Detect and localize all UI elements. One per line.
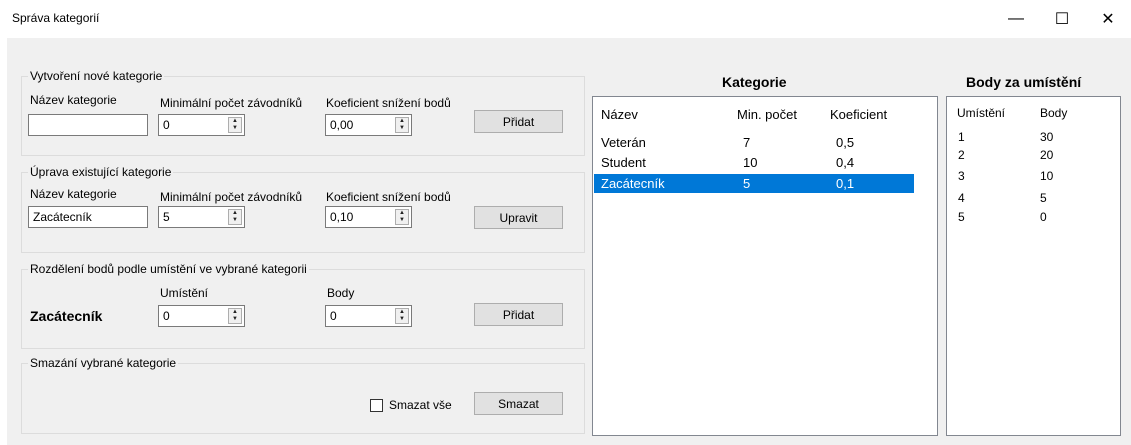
new-coef-arrows[interactable]: ▲ ▼: [395, 117, 409, 133]
down-arrow-icon[interactable]: ▼: [229, 217, 241, 224]
title-bar: Správa kategorií — ☐ ✕: [0, 0, 1131, 38]
points-legend: Rozdělení bodů podle umístění ve vybrané…: [30, 262, 307, 276]
points-label: Body: [327, 286, 355, 300]
new-coef-label: Koeficient snížení bodů: [326, 96, 451, 110]
edit-min-label: Minimální počet závodníků: [160, 190, 303, 204]
cell-points: 30: [1040, 130, 1054, 144]
col-header-name[interactable]: Název: [601, 107, 638, 122]
new-coef-value: 0,00: [330, 118, 354, 132]
placements-heading: Body za umístění: [966, 74, 1082, 90]
cell-points: 0: [1040, 210, 1047, 224]
minimize-button[interactable]: —: [993, 0, 1039, 38]
up-arrow-icon[interactable]: ▲: [229, 118, 241, 125]
list-item[interactable]: 3 10: [948, 168, 1108, 185]
points-value: 0: [330, 309, 337, 323]
cell-place: 5: [958, 210, 965, 224]
selected-category-label: Zacátecník: [30, 308, 103, 324]
up-arrow-icon[interactable]: ▲: [229, 309, 241, 316]
cell-min: 7: [743, 135, 751, 150]
edit-coef-arrows[interactable]: ▲ ▼: [395, 209, 409, 225]
cell-name: Student: [601, 155, 646, 170]
cell-min: 5: [743, 176, 751, 191]
categories-heading: Kategorie: [722, 74, 787, 90]
points-arrows[interactable]: ▲ ▼: [395, 308, 409, 324]
close-icon: ✕: [1101, 11, 1115, 28]
list-item[interactable]: 5 0: [948, 209, 1108, 226]
edit-category-legend: Úprava existující kategorie: [30, 165, 172, 179]
place-arrows[interactable]: ▲ ▼: [228, 308, 242, 324]
cell-points: 5: [1040, 191, 1047, 205]
minimize-icon: —: [1008, 10, 1024, 27]
list-item[interactable]: Student 10 0,4: [594, 153, 914, 172]
edit-min-stepper[interactable]: 5 ▲ ▼: [158, 206, 245, 228]
new-name-input[interactable]: [28, 114, 148, 136]
up-arrow-icon[interactable]: ▲: [396, 118, 408, 125]
col-header-points[interactable]: Body: [1040, 106, 1067, 120]
col-header-coef[interactable]: Koeficient: [830, 107, 887, 122]
categories-list[interactable]: Název Min. počet Koeficient Veterán 7 0,…: [592, 96, 938, 436]
cell-name: Zacátecník: [601, 176, 665, 191]
list-item-selected[interactable]: Zacátecník 5 0,1: [594, 174, 914, 193]
place-stepper[interactable]: 0 ▲ ▼: [158, 305, 245, 327]
down-arrow-icon[interactable]: ▼: [396, 125, 408, 132]
down-arrow-icon[interactable]: ▼: [229, 316, 241, 323]
up-arrow-icon[interactable]: ▲: [396, 210, 408, 217]
edit-coef-value: 0,10: [330, 210, 354, 224]
maximize-button[interactable]: ☐: [1039, 0, 1085, 38]
cell-points: 10: [1040, 169, 1054, 183]
col-header-min[interactable]: Min. počet: [737, 107, 797, 122]
place-value: 0: [163, 309, 170, 323]
edit-category-button[interactable]: Upravit: [474, 206, 563, 229]
cell-place: 1: [958, 130, 965, 144]
add-category-button[interactable]: Přidat: [474, 110, 563, 133]
list-item[interactable]: 2 20: [948, 147, 1108, 164]
new-coef-stepper[interactable]: 0,00 ▲ ▼: [325, 114, 412, 136]
list-item[interactable]: 4 5: [948, 190, 1108, 207]
cell-place: 2: [958, 148, 965, 162]
down-arrow-icon[interactable]: ▼: [396, 217, 408, 224]
cell-coef: 0,1: [836, 176, 855, 191]
delete-all-checkbox[interactable]: [370, 399, 383, 412]
up-arrow-icon[interactable]: ▲: [229, 210, 241, 217]
cell-place: 4: [958, 191, 965, 205]
cell-points: 20: [1040, 148, 1054, 162]
new-name-label: Název kategorie: [30, 93, 117, 107]
new-min-value: 0: [163, 118, 170, 132]
down-arrow-icon[interactable]: ▼: [396, 316, 408, 323]
list-item[interactable]: Veterán 7 0,5: [594, 133, 914, 152]
add-points-button[interactable]: Přidat: [474, 303, 563, 326]
points-stepper[interactable]: 0 ▲ ▼: [325, 305, 412, 327]
new-category-legend: Vytvoření nové kategorie: [30, 69, 163, 83]
edit-name-label: Název kategorie: [30, 187, 117, 201]
cell-coef: 0,5: [836, 135, 855, 150]
cell-name: Veterán: [601, 135, 646, 150]
list-item[interactable]: 1 30: [948, 129, 1108, 146]
cell-place: 3: [958, 169, 965, 183]
maximize-icon: ☐: [1054, 11, 1070, 28]
col-header-place[interactable]: Umístění: [957, 106, 1005, 120]
edit-name-input[interactable]: Zacátecník: [28, 206, 148, 228]
close-button[interactable]: ✕: [1085, 0, 1131, 38]
edit-min-arrows[interactable]: ▲ ▼: [228, 209, 242, 225]
up-arrow-icon[interactable]: ▲: [396, 309, 408, 316]
delete-category-button[interactable]: Smazat: [474, 392, 563, 415]
delete-legend: Smazání vybrané kategorie: [30, 356, 177, 370]
edit-coef-stepper[interactable]: 0,10 ▲ ▼: [325, 206, 412, 228]
place-label: Umístění: [160, 286, 209, 300]
edit-min-value: 5: [163, 210, 170, 224]
window-title: Správa kategorií: [12, 11, 100, 25]
cell-coef: 0,4: [836, 155, 855, 170]
placements-list[interactable]: Umístění Body 1 30 2 20 3 10 4 5 5 0: [946, 96, 1121, 436]
cell-min: 10: [743, 155, 758, 170]
new-min-label: Minimální počet závodníků: [160, 96, 303, 110]
edit-coef-label: Koeficient snížení bodů: [326, 190, 451, 204]
new-min-arrows[interactable]: ▲ ▼: [228, 117, 242, 133]
delete-all-label[interactable]: Smazat vše: [389, 398, 452, 412]
new-min-stepper[interactable]: 0 ▲ ▼: [158, 114, 245, 136]
down-arrow-icon[interactable]: ▼: [229, 125, 241, 132]
